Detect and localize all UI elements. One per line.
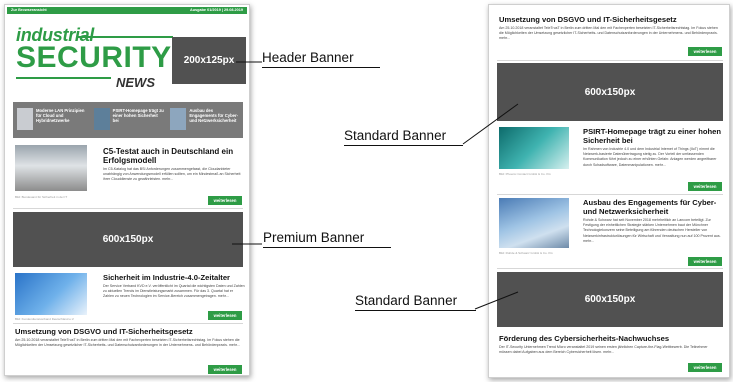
read-more-button[interactable]: weiterlesen	[208, 196, 242, 205]
article-text: Am 25.10.2018 veranstaltet TeleTrusT in …	[15, 338, 240, 348]
article-text: Der Service Verband KVD e.V. veröffentli…	[103, 284, 245, 299]
article-text: Im Rahmen von Industrie 4.0 und dem Indu…	[583, 147, 717, 167]
industrial-security-news-logo: industrial SECURITY NEWS	[16, 25, 173, 90]
article-image	[15, 273, 87, 315]
article-title[interactable]: C5-Testat auch in Deutschland ein Erfolg…	[103, 147, 243, 165]
teaser-strip: Moderne LAN Prinzipien für Cloud und Hyb…	[13, 102, 243, 138]
read-more-button[interactable]: weiterlesen	[688, 182, 722, 191]
callout-header-banner: Header Banner	[262, 50, 354, 65]
image-caption: Bild: Rohde & Schwarz GmbH & Co. KG	[499, 251, 553, 255]
read-more-button[interactable]: weiterlesen	[688, 363, 722, 372]
browser-view-link[interactable]: Zur Browseransicht	[11, 7, 47, 14]
article-image	[499, 198, 569, 248]
article-title[interactable]: Ausbau des Engagements für Cyber- und Ne…	[583, 198, 721, 216]
callout-premium-banner: Premium Banner	[263, 230, 365, 245]
read-more-button[interactable]: weiterlesen	[208, 365, 242, 374]
read-more-button[interactable]: weiterlesen	[688, 47, 722, 56]
article-image	[499, 127, 569, 169]
article-dsgvo: Umsetzung von DSGVO und IT-Sicherheitsge…	[499, 15, 721, 49]
standard-banner: 600x150px	[497, 63, 723, 121]
image-caption: Bild: Bundesamt für Sicherheit in der IT	[15, 195, 68, 199]
article-image	[15, 145, 87, 191]
newsletter-preview-right: Umsetzung von DSGVO und IT-Sicherheitsge…	[488, 4, 730, 378]
teaser-thumbnail	[170, 108, 187, 130]
article-title[interactable]: Förderung des Cybersicherheits-Nachwuchs…	[499, 334, 721, 343]
teaser-thumbnail	[17, 108, 33, 130]
teaser-item[interactable]: Moderne LAN Prinzipien für Cloud und Hyb…	[13, 102, 90, 138]
callout-standard-banner-top: Standard Banner	[344, 128, 447, 143]
read-more-button[interactable]: weiterlesen	[688, 257, 722, 266]
article-title[interactable]: PSIRT-Homepage trägt zu einer hohen Sich…	[583, 127, 721, 145]
standard-banner: 600x150px	[497, 272, 723, 327]
issue-date: Ausgabe 01/2019 | 29.08.2019	[190, 8, 243, 12]
newsletter-topbar: Zur Browseransicht Ausgabe 01/2019 | 29.…	[7, 7, 247, 14]
article-text: Im C5-Katalog hat das BSI Anforderungen …	[103, 167, 241, 182]
article-title[interactable]: Umsetzung von DSGVO und IT-Sicherheitsge…	[499, 15, 721, 24]
article-cybersecurity-talent: Förderung des Cybersicherheits-Nachwuchs…	[499, 334, 721, 366]
image-caption: Bild: Kundendienstverband Deutschland e.…	[15, 317, 75, 321]
header-banner: 200x125px	[172, 37, 246, 84]
teaser-item[interactable]: Ausbau des Engagements für Cyber- und Ne…	[166, 102, 243, 138]
premium-banner: 600x150px	[13, 212, 243, 267]
newsletter-preview-left: Zur Browseransicht Ausgabe 01/2019 | 29.…	[4, 4, 250, 376]
article-text: Am 25.10.2018 veranstaltet TeleTrusT in …	[499, 26, 718, 41]
image-caption: Bild: Phoenix Contact GmbH & Co. KG	[499, 172, 551, 176]
article-text: Rohde & Schwarz hat seit November 2018 m…	[583, 218, 721, 243]
teaser-thumbnail	[93, 108, 110, 130]
article-psirt: PSIRT-Homepage trägt zu einer hohen Sich…	[499, 127, 721, 179]
article-title[interactable]: Umsetzung von DSGVO und IT-Sicherheitsge…	[15, 327, 245, 336]
article-cyber-engagement: Ausbau des Engagements für Cyber- und Ne…	[499, 198, 721, 258]
read-more-button[interactable]: weiterlesen	[208, 311, 242, 320]
teaser-item[interactable]: PSIRT-Homepage trägt zu einer hohen Sich…	[90, 102, 167, 138]
article-title[interactable]: Sicherheit im Industrie-4.0-Zeitalter	[103, 273, 245, 283]
article-text: Der IT-Security Unternehmen Trend Micro …	[499, 345, 708, 355]
callout-standard-banner-bottom: Standard Banner	[355, 293, 458, 308]
article-dsgvo: Umsetzung von DSGVO und IT-Sicherheitsge…	[15, 327, 245, 367]
